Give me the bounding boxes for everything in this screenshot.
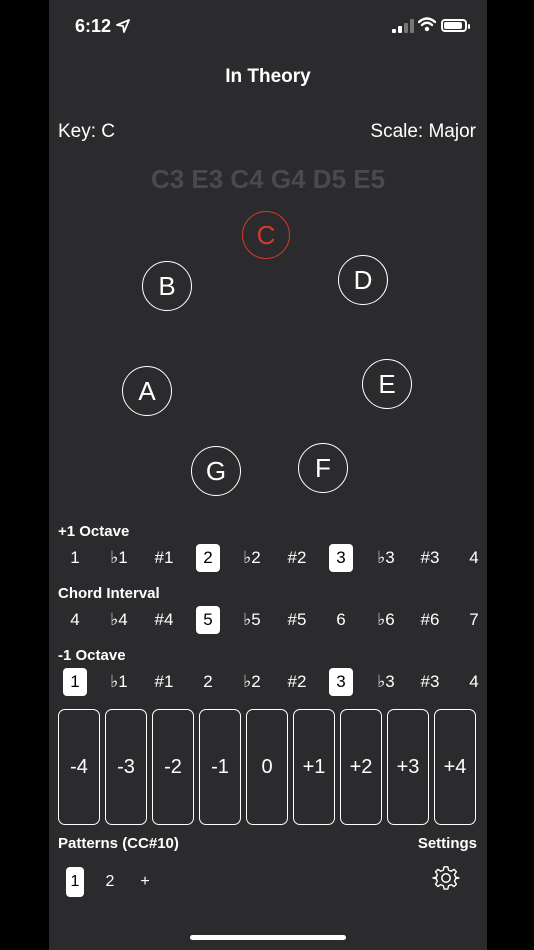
shift-button[interactable]: +4 (434, 709, 476, 825)
note-button-f[interactable]: F (298, 443, 348, 493)
chord-interval-cell[interactable]: #4 (152, 605, 176, 635)
minus-octave-cell[interactable]: ♭2 (240, 667, 264, 697)
plus-octave-cell[interactable]: ♭1 (107, 543, 131, 573)
patterns-label: Patterns (CC#10) (58, 835, 179, 852)
key-selector[interactable]: Key: C (58, 121, 115, 143)
minus-octave-cell[interactable]: #3 (418, 667, 442, 697)
shift-button[interactable]: -4 (58, 709, 100, 825)
plus-octave-cell[interactable]: #1 (152, 543, 176, 573)
shift-button[interactable]: -2 (152, 709, 194, 825)
note-button-g[interactable]: G (191, 446, 241, 496)
shift-button[interactable]: +3 (387, 709, 429, 825)
plus-octave-row: 1 ♭1 #1 2 ♭2 #2 3 ♭3 #3 4 (58, 543, 487, 573)
minus-octave-label: -1 Octave (58, 647, 126, 664)
signal-icon (392, 19, 414, 33)
plus-octave-label: +1 Octave (58, 523, 130, 540)
page-title: In Theory (225, 66, 311, 87)
wifi-icon (418, 17, 436, 32)
minus-octave-row: 1 ♭1 #1 2 ♭2 #2 3 ♭3 #3 4 (58, 667, 487, 697)
chord-interval-cell[interactable]: #5 (285, 605, 309, 635)
minus-octave-cell[interactable]: 3 (329, 668, 353, 696)
plus-octave-cell[interactable]: ♭2 (240, 543, 264, 573)
note-button-a[interactable]: A (122, 366, 172, 416)
chord-interval-cell[interactable]: ♭4 (107, 605, 131, 635)
pattern-2-button[interactable]: 2 (101, 867, 119, 897)
shift-button[interactable]: -3 (105, 709, 147, 825)
settings-label[interactable]: Settings (418, 835, 477, 852)
location-arrow-icon (116, 19, 130, 33)
plus-octave-cell[interactable]: #2 (285, 543, 309, 573)
chord-interval-cell[interactable]: ♭6 (374, 605, 398, 635)
chord-notes-display: C3 E3 C4 G4 D5 E5 (150, 164, 386, 194)
status-time: 6:12 (75, 16, 112, 36)
plus-octave-cell[interactable]: 1 (63, 543, 87, 573)
shift-button[interactable]: +1 (293, 709, 335, 825)
plus-octave-cell[interactable]: 3 (329, 544, 353, 572)
minus-octave-cell[interactable]: 1 (63, 668, 87, 696)
battery-icon (441, 19, 470, 32)
note-button-e[interactable]: E (362, 359, 412, 409)
minus-octave-cell[interactable]: ♭3 (374, 667, 398, 697)
plus-octave-cell[interactable]: ♭3 (374, 543, 398, 573)
home-indicator[interactable] (190, 935, 346, 940)
chord-interval-cell[interactable]: 6 (329, 605, 353, 635)
minus-octave-cell[interactable]: #2 (285, 667, 309, 697)
plus-octave-cell[interactable]: #3 (418, 543, 442, 573)
plus-octave-cell[interactable]: 2 (196, 544, 220, 572)
minus-octave-cell[interactable]: #1 (152, 667, 176, 697)
chord-interval-row: 4 ♭4 #4 5 ♭5 #5 6 ♭6 #6 7 (58, 605, 487, 635)
note-button-c[interactable]: C (242, 211, 290, 259)
minus-octave-cell[interactable]: 4 (462, 667, 486, 697)
app-screen: 6:12 In Theory Key: C Scale: Major C3 E3… (49, 0, 487, 950)
minus-octave-cell[interactable]: ♭1 (107, 667, 131, 697)
shift-button[interactable]: +2 (340, 709, 382, 825)
pattern-1-button[interactable]: 1 (66, 867, 84, 897)
plus-octave-cell[interactable]: 4 (462, 543, 486, 573)
add-pattern-button[interactable]: + (136, 867, 154, 897)
gear-icon[interactable] (432, 864, 460, 892)
chord-interval-cell[interactable]: 4 (63, 605, 87, 635)
shift-button[interactable]: 0 (246, 709, 288, 825)
minus-octave-cell[interactable]: 2 (196, 667, 220, 697)
chord-interval-cell[interactable]: #6 (418, 605, 442, 635)
scale-selector[interactable]: Scale: Major (370, 121, 476, 143)
note-button-b[interactable]: B (142, 261, 192, 311)
chord-interval-cell[interactable]: 7 (462, 605, 486, 635)
chord-interval-cell[interactable]: 5 (196, 606, 220, 634)
chord-interval-label: Chord Interval (58, 585, 160, 602)
shift-button[interactable]: -1 (199, 709, 241, 825)
chord-interval-cell[interactable]: ♭5 (240, 605, 264, 635)
note-button-d[interactable]: D (338, 255, 388, 305)
